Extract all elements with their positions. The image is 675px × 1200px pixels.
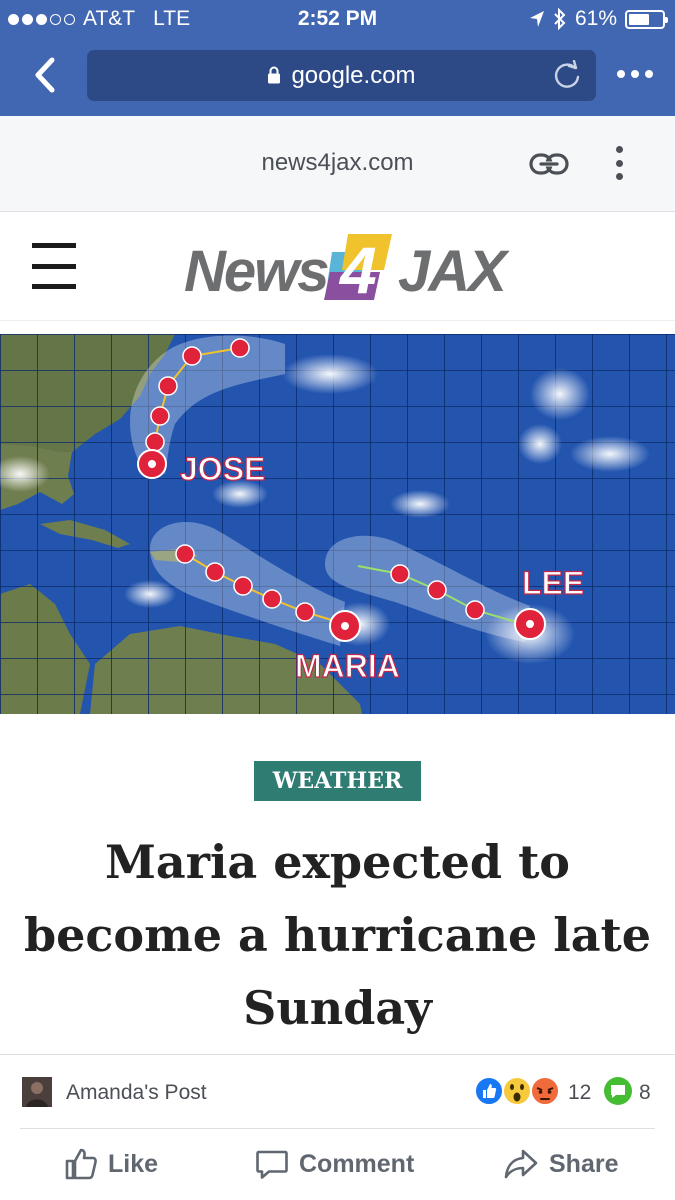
link-icon[interactable]: [528, 150, 570, 178]
bluetooth-icon: [554, 8, 566, 30]
vertical-dots-icon[interactable]: [612, 146, 626, 180]
comment-count-icon: [604, 1077, 632, 1105]
logo-jax-text: JAX: [398, 239, 510, 304]
thumbs-up-icon: [65, 1148, 97, 1180]
page-header: news4jax.com: [0, 116, 675, 212]
site-header: News 4 JAX: [0, 213, 675, 321]
address-bar[interactable]: google.com: [87, 50, 596, 101]
browser-chrome: AT&T LTE 2:52 PM 61% google.com: [0, 0, 675, 116]
hero-image-hurricane-map[interactable]: JOSE MARIA LEE: [0, 334, 675, 714]
menu-icon[interactable]: [32, 243, 76, 289]
avatar[interactable]: [22, 1077, 52, 1107]
battery-icon: [625, 9, 668, 29]
comment-label: Comment: [299, 1149, 415, 1178]
storm-label-lee: LEE: [522, 565, 584, 601]
share-button[interactable]: Share: [503, 1146, 618, 1182]
address-display: google.com: [87, 62, 596, 90]
location-arrow-icon: [529, 11, 544, 27]
like-label: Like: [108, 1149, 159, 1178]
reaction-count[interactable]: 12: [568, 1081, 591, 1105]
post-author[interactable]: Amanda's Post: [66, 1081, 207, 1105]
comment-icon: [256, 1150, 288, 1179]
hurricane-track-map: JOSE MARIA LEE: [0, 334, 675, 714]
like-reaction-icon: [474, 1076, 504, 1106]
storm-label-jose: JOSE: [180, 451, 265, 487]
battery-percent: 61%: [574, 7, 617, 30]
share-label: Share: [549, 1149, 619, 1178]
news4jax-logo[interactable]: News 4 JAX: [182, 230, 522, 304]
lock-icon: [268, 66, 281, 84]
battery-fill: [629, 13, 649, 25]
comment-count[interactable]: 8: [639, 1081, 651, 1105]
wow-reaction-icon: [502, 1076, 532, 1106]
post-meta: Amanda's Post 12 8: [0, 1055, 675, 1129]
logo-4-mark: 4: [324, 233, 392, 304]
logo-4-text: 4: [338, 233, 377, 304]
angry-reaction-icon: [530, 1076, 560, 1106]
back-chevron-icon: [35, 57, 55, 93]
reload-icon[interactable]: [552, 60, 582, 90]
status-right: 61%: [529, 7, 668, 31]
reactions[interactable]: [473, 1074, 568, 1108]
share-icon: [504, 1149, 538, 1179]
divider: [20, 1128, 655, 1129]
category-badge[interactable]: WEATHER: [254, 761, 421, 801]
like-button[interactable]: Like: [64, 1146, 158, 1182]
storm-label-maria: MARIA: [295, 648, 400, 684]
page-domain: news4jax.com: [261, 149, 414, 176]
status-bar: AT&T LTE 2:52 PM 61%: [0, 0, 675, 38]
address-url: google.com: [291, 62, 416, 89]
more-dots-icon[interactable]: [615, 60, 655, 88]
comment-button[interactable]: Comment: [255, 1146, 414, 1182]
logo-news-text: News: [184, 239, 328, 304]
article-headline: Maria expected to become a hurricane lat…: [23, 835, 652, 1035]
back-button[interactable]: [28, 52, 68, 98]
